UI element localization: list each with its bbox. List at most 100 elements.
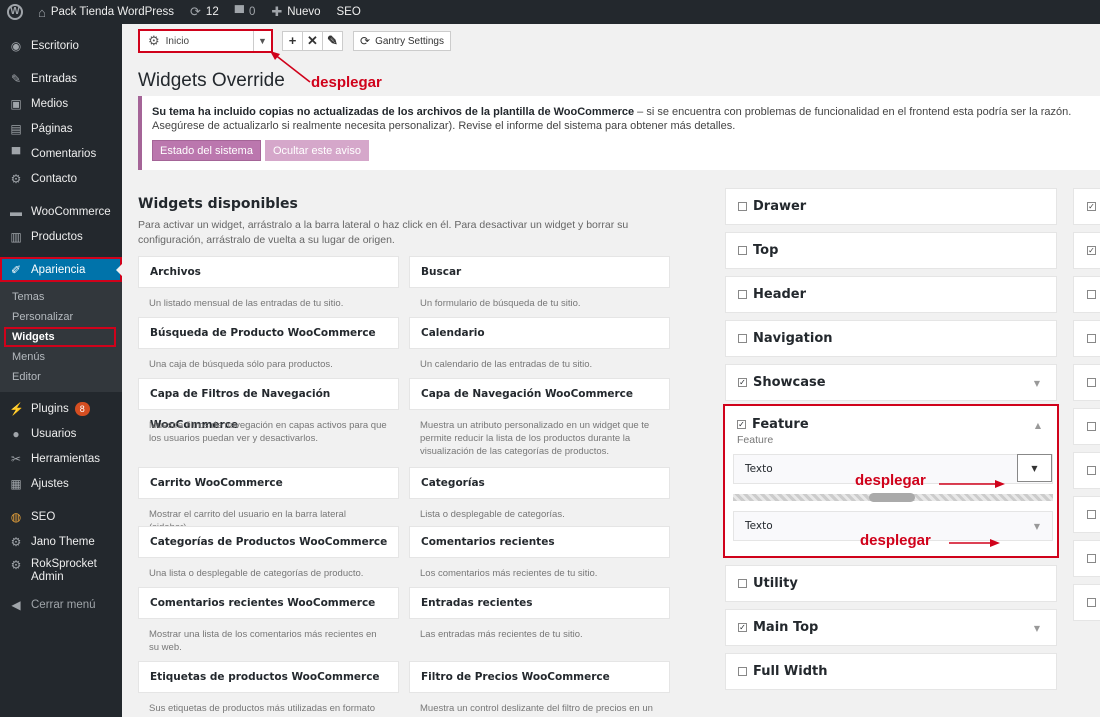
widget-title[interactable]: Búsqueda de Producto WooCommerce — [138, 317, 399, 349]
checkbox[interactable] — [1087, 466, 1096, 475]
submenu-temas[interactable]: Temas — [0, 287, 122, 307]
checkbox[interactable] — [1087, 378, 1096, 387]
available-widget[interactable]: Capa de Navegación WooCommerce Muestra un… — [409, 378, 670, 467]
available-widget[interactable]: Calendario Un calendario de las entradas … — [409, 317, 670, 378]
cropped-area[interactable] — [1073, 452, 1100, 489]
cropped-area[interactable] — [1073, 320, 1100, 357]
available-widget[interactable]: Capa de Filtros de Navegación WooCommerc… — [138, 378, 399, 467]
widget-title[interactable]: Buscar — [409, 256, 670, 288]
available-widget[interactable]: Buscar Un formulario de búsqueda de tu si… — [409, 256, 670, 317]
sidebar-item-escritorio[interactable]: ◉ Escritorio — [0, 33, 122, 58]
sidebar-area-showcase[interactable]: ✓ Showcase ▼ — [725, 364, 1057, 401]
cropped-area[interactable] — [1073, 276, 1100, 313]
available-widget[interactable]: Carrito WooCommerce Mostrar el carrito de… — [138, 467, 399, 533]
cropped-area[interactable] — [1073, 408, 1100, 445]
widget-title[interactable]: Categorías de Productos WooCommerce — [138, 526, 399, 558]
widget-title[interactable]: Capa de Filtros de Navegación WooCommerc… — [138, 378, 399, 431]
checkbox[interactable] — [738, 290, 747, 299]
available-widget[interactable]: Entradas recientes Las entradas más recie… — [409, 587, 670, 661]
checkbox-checked[interactable]: ✓ — [738, 378, 747, 387]
expand-widget-button[interactable]: ▼ — [1017, 454, 1052, 482]
checkbox[interactable] — [1087, 334, 1096, 343]
new-content-link[interactable]: ✚ Nuevo — [263, 0, 328, 24]
submenu-widgets[interactable]: Widgets — [4, 327, 116, 347]
checkbox-checked[interactable]: ✓ — [737, 419, 746, 429]
widget-title[interactable]: Carrito WooCommerce — [138, 467, 399, 499]
sidebar-area-navigation[interactable]: Navigation — [725, 320, 1057, 357]
widget-title[interactable]: Comentarios recientes — [409, 526, 670, 558]
sidebar-item-seo[interactable]: ◍ SEO — [0, 504, 122, 529]
override-select[interactable]: ⚙ Inicio ▼ — [138, 29, 273, 53]
chevron-down-icon[interactable]: ▼ — [1034, 379, 1040, 388]
edit-override-button[interactable]: ✎ — [322, 31, 343, 51]
checkbox[interactable] — [738, 202, 747, 211]
sidebar-area-utility[interactable]: Utility — [725, 565, 1057, 602]
checkbox[interactable] — [738, 667, 747, 676]
checkbox-checked[interactable]: ✓ — [1087, 246, 1096, 255]
checkbox[interactable] — [738, 579, 747, 588]
cropped-area[interactable]: ✓ — [1073, 232, 1100, 269]
comments-link[interactable]: ▀ 0 — [227, 0, 264, 24]
cropped-area[interactable]: ✓ — [1073, 188, 1100, 225]
widget-title[interactable]: Capa de Navegación WooCommerce — [409, 378, 670, 410]
sidebar-area-top[interactable]: Top — [725, 232, 1057, 269]
submenu-personalizar[interactable]: Personalizar — [0, 307, 122, 327]
checkbox[interactable] — [1087, 290, 1096, 299]
caret-down-icon[interactable]: ▼ — [253, 31, 271, 51]
available-widget[interactable]: Categorías de Productos WooCommerce Una l… — [138, 526, 399, 587]
sidebar-item-usuarios[interactable]: ● Usuarios — [0, 421, 122, 446]
sidebar-item-medios[interactable]: ▣ Medios — [0, 91, 122, 116]
seo-link[interactable]: SEO — [329, 0, 369, 24]
gantry-settings-button[interactable]: ⟳ Gantry Settings — [353, 31, 451, 51]
available-widget[interactable]: Categorías Lista o desplegable de categor… — [409, 467, 670, 526]
delete-override-button[interactable]: ✕ — [302, 31, 323, 51]
sidebar-item-ajustes[interactable]: ▦ Ajustes — [0, 471, 122, 496]
checkbox[interactable] — [1087, 598, 1096, 607]
available-widget[interactable]: Comentarios recientes WooCommerce Mostrar… — [138, 587, 399, 661]
sidebar-item-woocommerce[interactable]: ▬ WooCommerce — [0, 199, 122, 224]
sidebar-area-main-top[interactable]: ✓ Main Top ▼ — [725, 609, 1057, 646]
sidebar-item-contacto[interactable]: ⚙ Contacto — [0, 166, 122, 191]
sidebar-item-apariencia[interactable]: ✐ Apariencia — [0, 257, 122, 282]
available-widget[interactable]: Filtro de Precios WooCommerce Muestra un … — [409, 661, 670, 717]
available-widget[interactable]: Comentarios recientes Los comentarios más… — [409, 526, 670, 587]
checkbox-checked[interactable]: ✓ — [738, 623, 747, 632]
sidebar-area-full-width[interactable]: Full Width — [725, 653, 1057, 690]
widget-title[interactable]: Etiquetas de productos WooCommerce — [138, 661, 399, 693]
sidebar-area-drawer[interactable]: Drawer — [725, 188, 1057, 225]
sidebar-area-header[interactable]: Header — [725, 276, 1057, 313]
hide-notice-button[interactable]: Ocultar este aviso — [264, 140, 369, 161]
checkbox[interactable] — [1087, 422, 1096, 431]
available-widget[interactable]: Búsqueda de Producto WooCommerce Una caja… — [138, 317, 399, 378]
cropped-area[interactable] — [1073, 540, 1100, 577]
chevron-down-icon[interactable]: ▼ — [1034, 624, 1040, 633]
checkbox[interactable] — [738, 246, 747, 255]
checkbox-checked[interactable]: ✓ — [1087, 202, 1096, 211]
widget-title[interactable]: Entradas recientes — [409, 587, 670, 619]
sidebar-item-comentarios[interactable]: ▀ Comentarios — [0, 141, 122, 166]
sidebar-item-productos[interactable]: ▥ Productos — [0, 224, 122, 249]
sidebar-item-paginas[interactable]: ▤ Páginas — [0, 116, 122, 141]
available-widget[interactable]: Archivos Un listado mensual de las entrad… — [138, 256, 399, 317]
site-name-link[interactable]: ⌂ Pack Tienda WordPress — [30, 0, 182, 24]
checkbox[interactable] — [738, 334, 747, 343]
submenu-editor[interactable]: Editor — [0, 367, 122, 387]
widget-title[interactable]: Comentarios recientes WooCommerce — [138, 587, 399, 619]
wordpress-logo-icon[interactable]: W — [0, 0, 30, 24]
collapse-menu-button[interactable]: ◀ Cerrar menú — [0, 592, 122, 617]
cropped-area[interactable] — [1073, 364, 1100, 401]
sidebar-item-plugins[interactable]: ⚡ Plugins 8 — [0, 396, 122, 421]
sidebar-item-herramientas[interactable]: ✂ Herramientas — [0, 446, 122, 471]
chevron-up-icon[interactable]: ▲ — [1035, 421, 1041, 430]
cropped-area[interactable] — [1073, 584, 1100, 621]
submenu-menus[interactable]: Menús — [0, 347, 122, 367]
sidebar-item-roksprocket[interactable]: ⚙ RokSprocket Admin — [0, 554, 122, 592]
available-widget[interactable]: Etiquetas de productos WooCommerce Sus et… — [138, 661, 399, 717]
sidebar-item-jano-theme[interactable]: ⚙ Jano Theme — [0, 529, 122, 554]
widget-title[interactable]: Calendario — [409, 317, 670, 349]
checkbox[interactable] — [1087, 554, 1096, 563]
chevron-down-icon[interactable]: ▼ — [1034, 522, 1040, 531]
updates-link[interactable]: ⟳ 12 — [182, 0, 227, 24]
sidebar-item-entradas[interactable]: ✎ Entradas — [0, 66, 122, 91]
cropped-area[interactable] — [1073, 496, 1100, 533]
